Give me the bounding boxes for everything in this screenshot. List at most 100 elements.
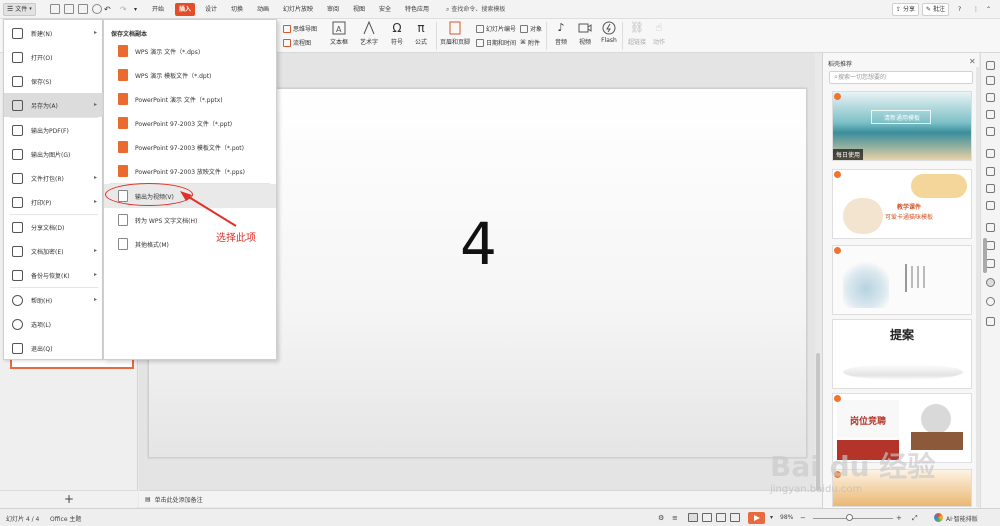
notes-toggle-icon[interactable]: ≡ [672, 514, 678, 522]
zoom-out-icon[interactable]: − [800, 514, 806, 522]
save-as-ppt[interactable]: PowerPoint 97-2003 文件（*.ppt) [104, 111, 276, 135]
table-icon[interactable] [986, 149, 995, 158]
storage-icon[interactable] [986, 223, 995, 232]
align-icon[interactable] [986, 201, 995, 210]
save-icon[interactable] [50, 4, 60, 14]
export-pdf-icon[interactable] [64, 4, 74, 14]
panel-scrollbar[interactable] [976, 67, 979, 507]
collapse-ribbon-icon[interactable]: ⌃ [986, 3, 991, 16]
reading-view-icon[interactable] [716, 513, 726, 522]
picture-icon[interactable] [986, 241, 995, 250]
theme-name[interactable]: Office 主题 [50, 514, 81, 523]
object-button[interactable]: 对象 [520, 24, 542, 33]
help-icon[interactable] [986, 317, 995, 326]
save-as-pot[interactable]: PowerPoint 97-2003 模板文件（*.pot) [104, 135, 276, 159]
compass-icon[interactable] [986, 184, 995, 193]
command-search[interactable]: ⌕ 查找命令、搜索模板 [446, 3, 505, 16]
date-time-button[interactable]: 日期和时间 [476, 38, 516, 47]
zoom-slider[interactable] [813, 518, 893, 519]
preview-icon[interactable] [92, 4, 102, 14]
mind-map-button[interactable]: 思维导图 [283, 24, 317, 33]
normal-view-icon[interactable] [688, 513, 698, 522]
rail-collapse-handle[interactable] [983, 238, 987, 273]
video-button[interactable]: 视频 [572, 21, 598, 46]
tab-animation[interactable]: 动画 [253, 3, 273, 16]
animation-icon[interactable] [986, 93, 995, 102]
history-icon[interactable] [986, 297, 995, 306]
attachment-button[interactable]: ⌘ 附件 [520, 38, 540, 47]
menu-item-options[interactable]: 选项(L) [4, 312, 103, 336]
symbol-button[interactable]: Ω 符号 [384, 21, 410, 46]
template-search-input[interactable]: 搜索一切您想要的 [829, 71, 973, 84]
fit-window-icon[interactable]: ⤢ [912, 514, 918, 523]
ai-layout-button[interactable]: AI·智能排版 [946, 514, 978, 523]
tab-slideshow[interactable]: 幻灯片放映 [279, 3, 317, 16]
tab-features[interactable]: 特色应用 [401, 3, 433, 16]
menu-item-exit[interactable]: 退出(Q) [4, 336, 103, 360]
shape-icon[interactable] [986, 110, 995, 119]
tab-security[interactable]: 安全 [375, 3, 395, 16]
zoom-in-icon[interactable]: + [896, 514, 902, 522]
chevron-down-icon[interactable]: ▾ [770, 514, 773, 521]
beautify-icon[interactable] [986, 127, 995, 136]
style-icon[interactable] [986, 76, 995, 85]
recommend-icon[interactable] [986, 61, 995, 70]
flash-button[interactable]: Flash [596, 21, 622, 44]
menu-item-export-image[interactable]: 输出为图片(G) [4, 142, 103, 166]
play-slideshow-button[interactable] [748, 512, 765, 524]
menu-item-backup[interactable]: 备份与恢复(K) ▸ [4, 263, 103, 287]
help-icon[interactable]: ? [958, 3, 961, 16]
redo-icon[interactable]: ↷ [120, 3, 127, 16]
tab-design[interactable]: 设计 [201, 3, 221, 16]
header-footer-button[interactable]: 页眉和页脚 [438, 21, 472, 46]
spellcheck-icon[interactable]: ⚙ [658, 514, 664, 522]
template-card[interactable]: 提案 [832, 319, 972, 389]
canvas-scrollbar[interactable] [815, 53, 821, 493]
menu-item-open[interactable]: 打开(O) [4, 45, 103, 69]
share-button[interactable]: ⇪ 分享 [892, 3, 920, 16]
audio-icon[interactable] [986, 259, 995, 268]
slide-number-button[interactable]: 幻灯片编号 [476, 24, 516, 33]
settings-icon[interactable] [986, 278, 995, 287]
tab-transition[interactable]: 切换 [227, 3, 247, 16]
menu-item-encrypt[interactable]: 文档加密(E) ▸ [4, 239, 103, 263]
tab-insert[interactable]: 插入 [175, 3, 196, 16]
notes-bar[interactable]: ▤ 单击此处添加备注 [139, 490, 822, 507]
textbox-button[interactable]: A 文本框 [326, 21, 352, 46]
add-slide-button[interactable]: + [0, 490, 138, 507]
audio-button[interactable]: ♪ 音频 [548, 21, 574, 46]
formula-button[interactable]: π 公式 [408, 21, 434, 46]
menu-item-package[interactable]: 文件打包(R) ▸ [4, 166, 103, 190]
art-text-button[interactable]: 艺术字 [356, 21, 382, 46]
tab-home[interactable]: 开始 [148, 3, 168, 16]
template-card[interactable] [832, 245, 972, 315]
template-card[interactable]: 教学课件 可爱卡通猫咪模板 [832, 169, 972, 239]
close-icon[interactable]: ✕ [969, 57, 976, 66]
save-as-dpt[interactable]: WPS 演示 模板文件（*.dpt) [104, 63, 276, 87]
zoom-level[interactable]: 98% [780, 514, 793, 521]
zoom-slider-knob[interactable] [846, 514, 853, 521]
more-options-icon[interactable]: ⋮ [973, 3, 979, 16]
notes-view-icon[interactable] [730, 513, 740, 522]
save-as-dps[interactable]: WPS 演示 文件（*.dps) [104, 39, 276, 63]
menu-item-print[interactable]: 打印(P) ▸ [4, 190, 103, 214]
undo-icon[interactable]: ↶ [104, 3, 111, 16]
menu-item-export-pdf[interactable]: 输出为PDF(F) [4, 118, 103, 142]
flowchart-button[interactable]: 流程图 [283, 38, 311, 47]
chart-icon[interactable] [986, 167, 995, 176]
menu-item-save[interactable]: 保存(S) [4, 69, 103, 93]
tab-review[interactable]: 审阅 [323, 3, 343, 16]
menu-item-new[interactable]: 新建(N) ▸ [4, 21, 103, 45]
customize-chevron-icon[interactable]: ▾ [134, 3, 137, 16]
action-button[interactable]: ☝ 动作 [646, 21, 672, 46]
menu-item-save-as[interactable]: 另存为(A) ▸ [4, 93, 103, 117]
tab-view[interactable]: 视图 [349, 3, 369, 16]
save-as-pptx[interactable]: PowerPoint 演示 文件（*.pptx) [104, 87, 276, 111]
menu-item-help[interactable]: 帮助(H) ▸ [4, 288, 103, 312]
template-card[interactable]: 清新通用模板 每日使用 [832, 91, 972, 161]
print-icon[interactable] [78, 4, 88, 14]
menu-item-share[interactable]: 分享文档(D) [4, 215, 103, 239]
save-as-pps[interactable]: PowerPoint 97-2003 放映文件（*.pps) [104, 159, 276, 183]
comment-button[interactable]: ✎ 批注 [922, 3, 950, 16]
slide-sorter-icon[interactable] [702, 513, 712, 522]
